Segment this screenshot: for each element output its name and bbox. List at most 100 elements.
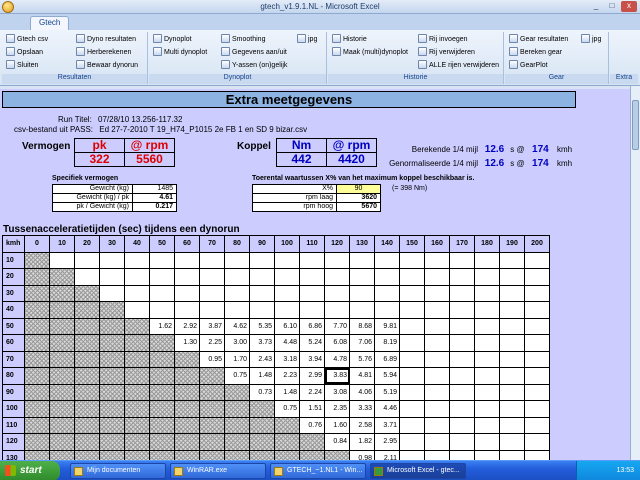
grid-cell[interactable]	[499, 367, 525, 385]
grid-cell[interactable]	[49, 251, 75, 269]
grid-cell[interactable]: 2.58	[349, 416, 375, 434]
grid-cell-empty[interactable]	[24, 449, 50, 460]
dyno-resultaten-button[interactable]: Dyno resultaten	[76, 34, 136, 46]
grid-cell[interactable]	[74, 251, 100, 269]
grid-cell[interactable]	[99, 284, 125, 302]
grid-cell[interactable]	[149, 251, 175, 269]
grid-cell-empty[interactable]	[74, 367, 100, 385]
grid-cell[interactable]: 0.95	[199, 350, 225, 368]
grid-cell[interactable]: 1.70	[224, 350, 250, 368]
grid-cell[interactable]	[124, 251, 150, 269]
close-button[interactable]: x	[621, 1, 637, 12]
opslaan-button[interactable]: Opslaan	[6, 47, 43, 59]
grid-cell-empty[interactable]	[49, 383, 75, 401]
grid-cell[interactable]	[399, 334, 425, 352]
grid-cell-empty[interactable]	[174, 367, 200, 385]
grid-cell-empty[interactable]	[324, 449, 350, 460]
grid-cell-empty[interactable]	[249, 449, 275, 460]
grid-cell[interactable]	[474, 284, 500, 302]
grid-cell-empty[interactable]	[149, 433, 175, 451]
grid-cell-empty[interactable]	[74, 449, 100, 460]
grid-cell[interactable]	[99, 268, 125, 286]
grid-cell-empty[interactable]	[124, 433, 150, 451]
grid-cell[interactable]: 9.81	[374, 317, 400, 335]
grid-cell[interactable]	[499, 433, 525, 451]
grid-cell-empty[interactable]	[99, 350, 125, 368]
grid-cell[interactable]: 1.60	[324, 416, 350, 434]
grid-cell[interactable]	[274, 284, 300, 302]
grid-cell[interactable]	[524, 301, 550, 319]
taskbar-button-excel[interactable]: Microsoft Excel - gtec...	[370, 463, 466, 479]
grid-cell[interactable]	[474, 268, 500, 286]
alle-rijen-verwijderen-button[interactable]: ALLE rijen verwijderen	[418, 60, 499, 72]
grid-cell[interactable]	[524, 449, 550, 460]
grid-cell[interactable]: 3.33	[349, 400, 375, 418]
grid-cell-empty[interactable]	[149, 416, 175, 434]
grid-cell[interactable]	[499, 251, 525, 269]
grid-cell[interactable]	[449, 284, 475, 302]
grid-cell[interactable]	[124, 301, 150, 319]
grid-cell-empty[interactable]	[74, 433, 100, 451]
grid-cell[interactable]: 6.89	[374, 350, 400, 368]
grid-cell-empty[interactable]	[124, 334, 150, 352]
grid-cell[interactable]	[149, 301, 175, 319]
grid-cell[interactable]	[449, 416, 475, 434]
grid-cell[interactable]	[349, 284, 375, 302]
grid-cell[interactable]	[449, 301, 475, 319]
grid-cell[interactable]	[374, 268, 400, 286]
grid-cell[interactable]	[124, 284, 150, 302]
grid-cell[interactable]: 3.73	[249, 334, 275, 352]
grid-cell[interactable]: 2.24	[299, 383, 325, 401]
grid-cell-empty[interactable]	[174, 400, 200, 418]
grid-cell-empty[interactable]	[124, 350, 150, 368]
grid-cell[interactable]	[499, 301, 525, 319]
grid-cell[interactable]	[524, 251, 550, 269]
grid-cell[interactable]	[474, 449, 500, 460]
grid-cell[interactable]	[149, 284, 175, 302]
grid-cell-empty[interactable]	[74, 350, 100, 368]
grid-cell[interactable]	[324, 284, 350, 302]
grid-cell[interactable]	[399, 416, 425, 434]
grid-cell-empty[interactable]	[199, 449, 225, 460]
grid-cell[interactable]	[74, 268, 100, 286]
grid-cell-empty[interactable]	[174, 433, 200, 451]
grid-cell-empty[interactable]	[49, 433, 75, 451]
grid-cell-empty[interactable]	[49, 317, 75, 335]
grid-cell-empty[interactable]	[24, 317, 50, 335]
grid-cell[interactable]	[449, 317, 475, 335]
grid-cell[interactable]	[474, 334, 500, 352]
grid-cell[interactable]	[274, 251, 300, 269]
grid-cell[interactable]	[499, 268, 525, 286]
grid-cell[interactable]	[224, 251, 250, 269]
grid-cell[interactable]: 2.23	[274, 367, 300, 385]
vertical-scrollbar[interactable]	[630, 86, 640, 460]
grid-cell-empty[interactable]	[199, 433, 225, 451]
grid-cell[interactable]	[249, 268, 275, 286]
grid-cell[interactable]	[449, 367, 475, 385]
grid-cell[interactable]	[474, 383, 500, 401]
grid-cell[interactable]	[524, 284, 550, 302]
grid-cell[interactable]	[524, 334, 550, 352]
grid-cell[interactable]: 4.78	[324, 350, 350, 368]
grid-cell-empty[interactable]	[49, 301, 75, 319]
grid-cell-empty[interactable]	[149, 449, 175, 460]
grid-cell-empty[interactable]	[74, 416, 100, 434]
grid-cell[interactable]	[474, 400, 500, 418]
grid-cell[interactable]	[449, 251, 475, 269]
grid-cell[interactable]: 4.62	[224, 317, 250, 335]
worksheet[interactable]: Extra meetgegevens Run Titel: 07/28/10 1…	[0, 86, 640, 460]
grid-cell[interactable]	[424, 383, 450, 401]
grid-cell[interactable]	[399, 317, 425, 335]
dynoplot-button[interactable]: Dynoplot	[153, 34, 192, 46]
grid-cell[interactable]: 6.86	[299, 317, 325, 335]
grid-cell[interactable]	[299, 268, 325, 286]
grid-cell[interactable]	[249, 284, 275, 302]
grid-cell[interactable]	[424, 400, 450, 418]
grid-cell[interactable]	[424, 284, 450, 302]
grid-cell[interactable]: 3.87	[199, 317, 225, 335]
grid-cell[interactable]	[424, 334, 450, 352]
grid-cell-empty[interactable]	[224, 400, 250, 418]
grid-cell[interactable]	[424, 449, 450, 460]
grid-cell-empty[interactable]	[24, 301, 50, 319]
grid-cell[interactable]	[249, 301, 275, 319]
